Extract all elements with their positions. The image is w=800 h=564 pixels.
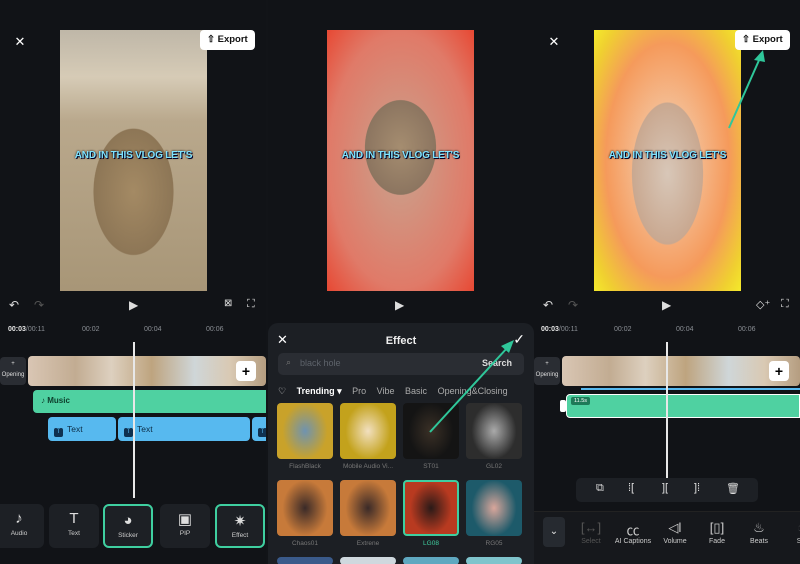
text-clip[interactable]: T Text <box>118 417 250 441</box>
pip-icon: ▣ <box>177 511 193 528</box>
duplicate-icon[interactable]: ⧉ <box>596 482 604 495</box>
playhead[interactable] <box>666 342 668 498</box>
tool-label: Sticker <box>118 532 138 539</box>
tool-sticker[interactable]: ◕ Sticker <box>103 504 153 548</box>
annotation-arrow <box>728 50 765 129</box>
undo-icon[interactable]: ↶ <box>9 298 19 312</box>
editor-panel-audio: ✕ AND IN THIS VLOG LET'S ⇧ Export ↶ ↷ ▶ … <box>534 0 800 564</box>
close-icon[interactable]: ✕ <box>10 32 30 52</box>
fullscreen-icon[interactable]: ⛶ <box>781 298 789 311</box>
play-icon[interactable]: ▶ <box>662 298 671 312</box>
select-icon: [↔] <box>580 520 602 535</box>
tool-label: Text <box>68 530 80 537</box>
beats-icon: ♨ <box>753 520 765 535</box>
time-ruler: 00:03/00:11 00:02 00:04 00:06 <box>0 326 266 338</box>
total-time: /00:11 <box>558 326 578 333</box>
video-track[interactable] <box>28 356 266 386</box>
play-icon[interactable]: ▶ <box>129 298 138 312</box>
playhead[interactable] <box>133 342 135 498</box>
trim-left-icon[interactable]: ⁞[ <box>628 482 634 494</box>
text-tool-icon: T <box>69 510 79 527</box>
clip-actions-bar: ⧉ ⁞[ ][ ]⁞ 🗑 <box>576 478 758 502</box>
tick: 00:04 <box>676 326 694 333</box>
action-fade[interactable]: [▯] Fade <box>697 520 737 545</box>
annotation-arrow <box>429 340 514 433</box>
total-time: /00:11 <box>25 326 45 333</box>
tick: 00:02 <box>614 326 632 333</box>
action-sp[interactable]: ◔Sp <box>781 520 800 545</box>
tool-audio[interactable]: ♪ Audio <box>0 504 44 548</box>
text-icon: T <box>258 428 266 437</box>
text-icon: T <box>54 428 63 437</box>
tool-label: Audio <box>10 530 28 537</box>
text-track-collapsed <box>581 388 800 390</box>
tool-label: PIP <box>179 530 191 537</box>
text-clip-label: Text <box>67 424 83 434</box>
add-clip-button[interactable]: + <box>236 361 256 381</box>
redo-icon[interactable]: ↷ <box>34 298 44 312</box>
action-label: Fade <box>709 538 725 545</box>
music-track[interactable]: ♪ Music <box>33 390 266 413</box>
text-icon: T <box>124 428 133 437</box>
tick: 00:04 <box>144 326 162 333</box>
trim-right-icon[interactable]: ]⁞ <box>694 482 700 494</box>
tool-effect[interactable]: ✷ Effect <box>215 504 265 548</box>
keyframe-icon[interactable]: ⊠ <box>224 298 232 309</box>
tool-text[interactable]: T Text <box>49 504 99 548</box>
audio-icon: ♪ <box>15 510 23 527</box>
tool-pip[interactable]: ▣ PIP <box>160 504 210 548</box>
music-label: Music <box>47 396 70 405</box>
action-label: Volume <box>663 538 687 545</box>
tick: 00:06 <box>738 326 756 333</box>
video-track[interactable] <box>562 356 800 386</box>
tick: 00:06 <box>206 326 224 333</box>
audio-duration-badge: 11.5s <box>571 397 591 405</box>
editor-panel-timeline: ✕ AND IN THIS VLOG LET'S ⇧ Export ↶ ↷ ▶ … <box>0 0 266 564</box>
add-clip-button[interactable]: + <box>769 361 789 381</box>
current-time: 00:03 <box>8 326 26 333</box>
action-volume[interactable]: ◁ǀ Volume <box>655 520 695 545</box>
action-label: Select <box>581 538 601 545</box>
video-preview: AND IN THIS VLOG LET'S <box>60 30 207 291</box>
delete-icon[interactable]: 🗑 <box>726 482 740 495</box>
export-button[interactable]: ⇧ Export <box>200 30 255 50</box>
text-clip-label: Text <box>137 424 153 434</box>
action-label: AI Captions <box>614 538 652 545</box>
action-select[interactable]: [↔] Select <box>571 520 611 545</box>
action-beats[interactable]: ♨ Beats <box>739 520 779 545</box>
fade-icon: [▯] <box>709 520 725 535</box>
fullscreen-icon[interactable]: ⛶ <box>247 298 255 311</box>
text-clip[interactable]: T Text <box>48 417 116 441</box>
redo-icon[interactable]: ↷ <box>568 298 578 312</box>
action-ai-captions[interactable]: ㏄ AI Captions <box>613 520 653 545</box>
audio-track-selected[interactable]: 11.5s <box>560 394 800 418</box>
editor-panel-effects: AND IN THIS VLOG LET'S ▶ ✕ Effect ✓ ⌕ bl… <box>268 0 534 564</box>
undo-icon[interactable]: ↶ <box>543 298 553 312</box>
time-ruler: 00:03/00:11 00:02 00:04 00:06 <box>534 326 800 338</box>
effect-icon: ✷ <box>233 513 247 530</box>
add-opening-button[interactable]: + Opening <box>534 357 560 385</box>
export-label: Export <box>217 34 248 45</box>
audio-action-bar: ⌄ [↔] Select ㏄ AI Captions ◁ǀ Volume [▯] Fade ♨ B… <box>534 511 800 564</box>
action-label: Beats <box>750 538 768 545</box>
sp-icon: ◔ <box>781 520 800 538</box>
opening-label: Opening <box>535 372 559 378</box>
sticker-icon: ◕ <box>123 512 133 529</box>
text-clip[interactable]: T <box>252 417 266 441</box>
volume-icon: ◁ǀ <box>668 520 682 535</box>
add-opening-button[interactable]: + Opening <box>0 357 26 385</box>
tick: 00:02 <box>82 326 100 333</box>
video-caption: AND IN THIS VLOG LET'S <box>74 150 193 161</box>
collapse-chevron-icon[interactable]: ⌄ <box>543 517 565 547</box>
current-time: 00:03 <box>541 326 559 333</box>
keyframe-add-icon[interactable]: ◇⁺ <box>756 298 770 311</box>
ai-captions-icon: ㏄ <box>626 523 640 538</box>
trim-handle[interactable] <box>560 400 566 412</box>
split-icon[interactable]: ][ <box>662 482 668 494</box>
opening-label: Opening <box>1 372 25 378</box>
tool-label: Effect <box>231 532 249 539</box>
